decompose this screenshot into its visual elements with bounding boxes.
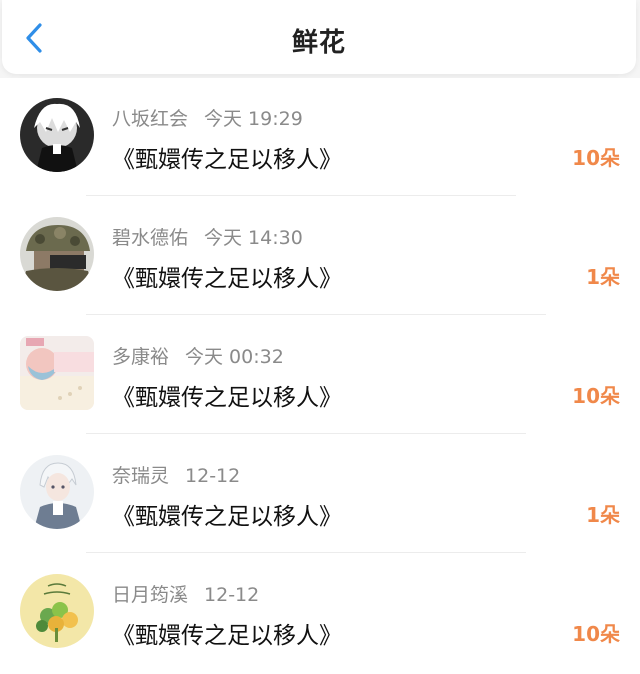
timestamp: 今天 00:32 — [185, 346, 284, 368]
item-meta: 八坂红会 今天 19:29 — [112, 104, 303, 131]
flower-count: 10朵 — [572, 384, 620, 408]
divider — [86, 314, 546, 315]
gift-work-title: 《甄嬛传之足以移人》 — [112, 266, 342, 292]
timestamp: 12-12 — [185, 465, 241, 487]
list-item[interactable]: 奈瑞灵 12-12 《甄嬛传之足以移人》 1朵 — [0, 435, 640, 554]
timestamp: 12-12 — [204, 584, 260, 606]
flowers-page: 鲜花 八坂红会 今天 19:29 《甄嬛传之足以移人》 10朵 碧水德佑 今天 … — [0, 0, 640, 674]
page-title: 鲜花 — [291, 28, 346, 58]
divider — [86, 552, 526, 553]
sender-name[interactable]: 八坂红会 — [112, 108, 188, 130]
list-item[interactable]: 碧水德佑 今天 14:30 《甄嬛传之足以移人》 1朵 — [0, 197, 640, 316]
flower-count: 1朵 — [586, 265, 620, 289]
item-meta: 多康裕 今天 00:32 — [112, 342, 284, 369]
soldier-avatar-icon[interactable] — [20, 217, 94, 291]
list-item[interactable]: 八坂红会 今天 19:29 《甄嬛传之足以移人》 10朵 — [0, 78, 640, 197]
timestamp: 今天 19:29 — [204, 108, 303, 130]
item-meta: 碧水德佑 今天 14:30 — [112, 223, 303, 250]
baby-avatar-icon[interactable] — [20, 336, 94, 410]
gift-work-title: 《甄嬛传之足以移人》 — [112, 504, 342, 530]
flower-count: 10朵 — [572, 146, 620, 170]
anime-avatar-icon[interactable] — [20, 98, 94, 172]
divider — [86, 195, 516, 196]
timestamp: 今天 14:30 — [204, 227, 303, 249]
list-item[interactable]: 日月筠溪 12-12 《甄嬛传之足以移人》 10朵 — [0, 554, 640, 673]
gift-work-title: 《甄嬛传之足以移人》 — [112, 385, 342, 411]
gift-work-title: 《甄嬛传之足以移人》 — [112, 147, 342, 173]
sender-name[interactable]: 奈瑞灵 — [112, 465, 169, 487]
white-hair-avatar-icon[interactable] — [20, 455, 94, 529]
item-meta: 奈瑞灵 12-12 — [112, 461, 240, 488]
gift-list: 八坂红会 今天 19:29 《甄嬛传之足以移人》 10朵 碧水德佑 今天 14:… — [0, 78, 640, 674]
sender-name[interactable]: 多康裕 — [112, 346, 169, 368]
gift-work-title: 《甄嬛传之足以移人》 — [112, 623, 342, 649]
flower-avatar-icon[interactable] — [20, 574, 94, 648]
list-item[interactable]: 多康裕 今天 00:32 《甄嬛传之足以移人》 10朵 — [0, 316, 640, 435]
divider — [86, 433, 526, 434]
sender-name[interactable]: 碧水德佑 — [112, 227, 188, 249]
top-bar: 鲜花 — [2, 0, 636, 74]
flower-count: 10朵 — [572, 622, 620, 646]
flower-count: 1朵 — [586, 503, 620, 527]
item-meta: 日月筠溪 12-12 — [112, 580, 259, 607]
sender-name[interactable]: 日月筠溪 — [112, 584, 188, 606]
